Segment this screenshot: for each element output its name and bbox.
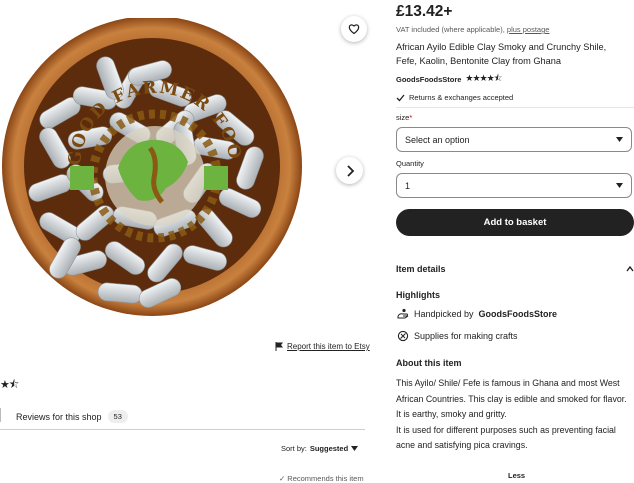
item-details-label: Item details xyxy=(396,264,446,274)
flag-icon xyxy=(275,342,283,351)
returns-policy: Returns & exchanges accepted xyxy=(396,93,513,102)
checkmark-icon: ✓ xyxy=(279,474,286,483)
product-image-gallery: GOOD FARMER FOODS xyxy=(0,0,390,340)
reviews-divider xyxy=(0,429,365,430)
shop-rating-stars: ★★★★⯪ xyxy=(465,73,502,83)
about-paragraph: This Ayilo/ Shile/ Fefe is famous in Gha… xyxy=(396,378,627,404)
report-item-label: Report this item to Etsy xyxy=(287,342,370,351)
less-button[interactable]: Less xyxy=(508,471,525,480)
recommends-note: ✓ Recommends this item xyxy=(279,474,364,483)
add-to-basket-button[interactable]: Add to basket xyxy=(396,209,634,236)
required-marker: * xyxy=(409,113,413,122)
shop-line: GoodsFoodsStore ★★★★⯪ xyxy=(396,71,502,87)
chevron-right-icon xyxy=(346,164,354,177)
product-title: African Ayilo Edible Clay Smoky and Crun… xyxy=(396,42,607,66)
checkmark-icon xyxy=(396,94,405,101)
about-heading: About this item xyxy=(396,358,462,368)
tab-divider xyxy=(0,408,1,422)
handpicked-shop: GoodsFoodsStore xyxy=(478,308,558,319)
quantity-select-value: 1 xyxy=(405,180,411,191)
about-paragraph: It is used for different purposes such a… xyxy=(396,424,616,451)
report-item-link[interactable]: Report this item to Etsy xyxy=(275,342,370,351)
quantity-select[interactable]: 1 xyxy=(396,173,632,198)
handpicked-prefix: Handpicked by xyxy=(414,308,474,319)
vat-note: VAT included (where applicable), plus po… xyxy=(396,25,549,34)
size-select[interactable]: Select an option xyxy=(396,127,632,152)
chevron-down-icon xyxy=(351,446,359,451)
about-paragraph: It is earthy, smoky and gritty. xyxy=(396,409,507,419)
chevron-down-icon xyxy=(616,137,623,142)
size-select-value: Select an option xyxy=(405,134,470,145)
vat-text: VAT included (where applicable), xyxy=(396,25,505,34)
returns-label: Returns & exchanges accepted xyxy=(409,93,514,102)
highlights-heading: Highlights xyxy=(396,290,440,300)
product-photo: GOOD FARMER FOODS xyxy=(0,18,302,316)
craft-supplies-icon xyxy=(397,330,409,342)
divider xyxy=(396,107,634,108)
hand-icon xyxy=(397,308,409,319)
item-details-toggle[interactable]: Item details xyxy=(396,264,634,274)
highlight-handpicked: Handpicked by GoodsFoodsStore xyxy=(397,308,557,319)
chevron-up-icon xyxy=(626,266,634,272)
sort-by-value: Suggested xyxy=(309,444,349,453)
sort-by-label: Sort by: xyxy=(281,444,307,453)
clay-piece xyxy=(97,282,143,304)
shop-name-link[interactable]: GoodsFoodsStore xyxy=(396,75,461,84)
tab-reviews-for-shop[interactable]: Reviews for this shop 53 xyxy=(16,410,128,423)
favorite-button[interactable] xyxy=(341,16,367,42)
reviews-count-badge: 53 xyxy=(107,410,128,423)
price: £13.42+ xyxy=(396,3,453,20)
size-label-text: size xyxy=(396,113,410,122)
about-description: This Ayilo/ Shile/ Fefe is famous in Gha… xyxy=(396,376,634,454)
heart-icon xyxy=(348,24,360,35)
quantity-label: Quantity xyxy=(396,159,424,168)
size-label: size* xyxy=(396,113,412,122)
postage-link[interactable]: plus postage xyxy=(507,25,550,34)
sort-by-dropdown[interactable]: Sort by: Suggested xyxy=(281,444,359,453)
review-rating-stars: ★⯪ xyxy=(0,379,19,391)
chevron-down-icon xyxy=(616,183,623,188)
recommends-label: Recommends this item xyxy=(287,474,364,483)
tab-reviews-label: Reviews for this shop xyxy=(16,411,102,422)
highlight-supplies: Supplies for making crafts xyxy=(397,330,518,342)
next-image-button[interactable] xyxy=(336,157,363,184)
supplies-label: Supplies for making crafts xyxy=(414,331,518,341)
